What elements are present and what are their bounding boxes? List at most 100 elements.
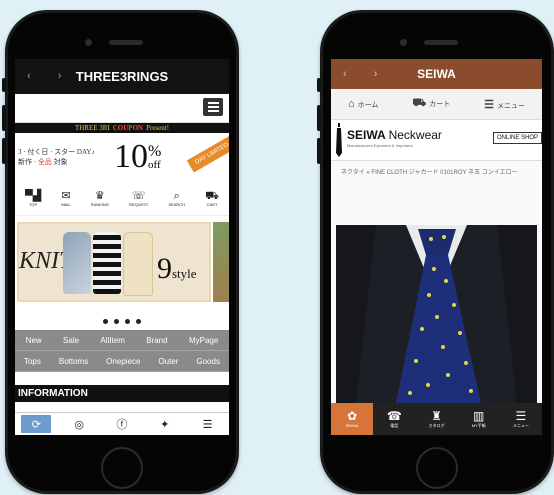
category-link-bottoms[interactable]: Bottoms: [59, 357, 88, 366]
home-icon: ⌂: [347, 98, 355, 110]
top-menu-label: カート: [429, 101, 451, 108]
category-link-allitem[interactable]: AllItem: [100, 336, 124, 345]
hero-carousel[interactable]: KNIT 9style: [15, 216, 229, 312]
camera: [400, 39, 407, 46]
instagram-icon[interactable]: ◎: [64, 415, 94, 433]
promo-percent: % off: [148, 144, 161, 171]
book-icon: ▥: [473, 408, 485, 423]
icon-nav-cart[interactable]: ⛟ CART: [205, 190, 219, 207]
tie-photo-image: [336, 225, 537, 403]
tab-book[interactable]: ▥ MY手帳: [458, 403, 500, 435]
tab-menu[interactable]: ☰ メニュー: [500, 403, 542, 435]
brand-subtitle: Manufacturers,Exporters & Importers: [347, 143, 413, 148]
menu-icon[interactable]: [203, 98, 223, 116]
top-menu-item[interactable]: ☰ メニュー: [484, 98, 525, 111]
promo-line1: 3 · 付く日 · スター DAY♪: [18, 148, 95, 156]
brand-header: SEIWA Neckwear Manufacturers,Exporters &…: [331, 120, 542, 161]
volume-down-button[interactable]: [317, 138, 321, 164]
home-button[interactable]: [416, 447, 458, 489]
coupon-pre: THREE 3RI: [74, 124, 110, 132]
icon-nav-top[interactable]: ▀▟ TOP: [25, 190, 41, 207]
sweater-image-3: [123, 232, 153, 296]
carousel-dot[interactable]: [125, 318, 130, 324]
carousel-dots[interactable]: [15, 312, 229, 330]
tie-logo-icon: [336, 123, 342, 157]
tab-label: SEIWA: [345, 423, 359, 428]
category-link-outer[interactable]: Outer: [158, 357, 178, 366]
tab-label: メニュー: [512, 422, 529, 428]
list-icon[interactable]: ☰: [193, 415, 223, 433]
category-link-brand[interactable]: Brand: [146, 336, 167, 345]
nav-arrows-icon[interactable]: ‹ ›: [343, 68, 389, 80]
category-link-tops[interactable]: Tops: [24, 357, 41, 366]
coupon-banner[interactable]: THREE 3RI COUPON Present!: [15, 123, 229, 133]
top-menu-item[interactable]: ⌂ ホーム: [348, 98, 378, 110]
icon-nav-search[interactable]: ⌕ SEARCH: [168, 190, 185, 207]
tab-label: 電話: [390, 422, 399, 428]
top-menu-label: メニュー: [497, 102, 526, 110]
category-link-goods[interactable]: Goods: [196, 357, 220, 366]
brand-logo[interactable]: SEIWA Neckwear: [347, 128, 442, 142]
volume-up-button[interactable]: [317, 105, 321, 131]
shop-icon: ▀▟: [25, 189, 42, 202]
carousel-dot[interactable]: [114, 318, 119, 324]
icon-nav-ranking[interactable]: ♛ RANKING: [91, 190, 109, 207]
cart-icon: ⛟: [205, 189, 219, 202]
menu-icon: ☰: [484, 98, 495, 111]
promo-number: 10: [114, 138, 148, 175]
category-row-2: Tops Bottoms Onepiece Outer Goods: [15, 351, 229, 372]
twitter-icon[interactable]: ✦: [150, 415, 180, 433]
tab-label: MY手帳: [471, 422, 486, 428]
mail-icon: ✉: [61, 189, 71, 202]
side-button[interactable]: [2, 78, 6, 92]
menu-icon: ☰: [515, 408, 527, 423]
promo-line2-post: 対象: [51, 158, 68, 166]
promo-line2-red: 全品: [37, 158, 52, 166]
volume-down-button[interactable]: [2, 138, 6, 164]
category-link-sale[interactable]: Sale: [63, 336, 79, 345]
coupon-highlight: COUPON: [112, 124, 144, 132]
tab-seiwa[interactable]: ✿ SEIWA: [331, 403, 374, 435]
cart-icon: ⛟: [412, 97, 427, 109]
speaker: [109, 40, 143, 45]
tab-label: カタログ: [428, 422, 445, 428]
app-header: ‹ › THREE3RINGS: [15, 59, 229, 94]
information-heading: INFORMATION: [15, 385, 229, 402]
speaker: [424, 40, 458, 45]
icon-nav-request[interactable]: ☏ REQUEST: [129, 190, 148, 207]
tab-phone[interactable]: ☎ 電話: [373, 403, 415, 435]
online-shop-button[interactable]: ONLINE SHOP: [492, 132, 542, 144]
category-row-1: New Sale AllItem Brand MyPage: [15, 330, 229, 351]
volume-up-button[interactable]: [2, 105, 6, 131]
carousel-dot[interactable]: [103, 318, 108, 324]
app-header: ‹ › SEIWA: [331, 59, 542, 89]
tab-catalog[interactable]: ♜ カタログ: [415, 403, 457, 435]
share-icon[interactable]: ⟳: [21, 415, 52, 433]
menu-bar: [15, 94, 229, 123]
sweater-image-2: [93, 232, 121, 294]
product-photo[interactable]: [336, 225, 537, 403]
home-button[interactable]: [101, 447, 143, 489]
crown-icon: ♛: [94, 189, 105, 202]
category-link-mypage[interactable]: MyPage: [189, 336, 218, 345]
side-button[interactable]: [317, 78, 321, 92]
off-label: off: [148, 159, 161, 171]
day-limited-sash: DAY LIMITED: [186, 135, 229, 173]
left-screen: ‹ › THREE3RINGS THREE 3RI COUPON Present…: [15, 59, 229, 435]
category-link-new[interactable]: New: [26, 336, 42, 345]
promo-banner[interactable]: 3 · 付く日 · スター DAY♪ 新作 · 全品 対象 10 % off D…: [15, 133, 229, 181]
top-menu-item[interactable]: ⛟ カート: [412, 97, 450, 111]
app-title: SEIWA: [417, 67, 456, 81]
facebook-icon[interactable]: ⓕ: [107, 415, 137, 433]
promo-line2: 新作 · 全品 対象: [18, 157, 114, 167]
nav-arrows-icon[interactable]: ‹ ›: [27, 70, 73, 82]
carousel-dot[interactable]: [136, 318, 141, 324]
icon-nav-label: MAIL: [61, 201, 71, 207]
spacer: [15, 372, 229, 385]
category-link-onepiece[interactable]: Onepiece: [106, 357, 140, 366]
top-menu: ⌂ ホーム ⛟ カート ☰ メニュー: [331, 89, 542, 120]
breadcrumb[interactable]: ネクタイ » FINE CLOTH ジャカード 0101ROY ネ玉 コンイエロ…: [331, 161, 542, 197]
knit-banner[interactable]: KNIT 9style: [17, 222, 211, 302]
next-slide-preview[interactable]: [213, 222, 229, 302]
icon-nav-mail[interactable]: ✉ MAIL: [61, 190, 70, 207]
